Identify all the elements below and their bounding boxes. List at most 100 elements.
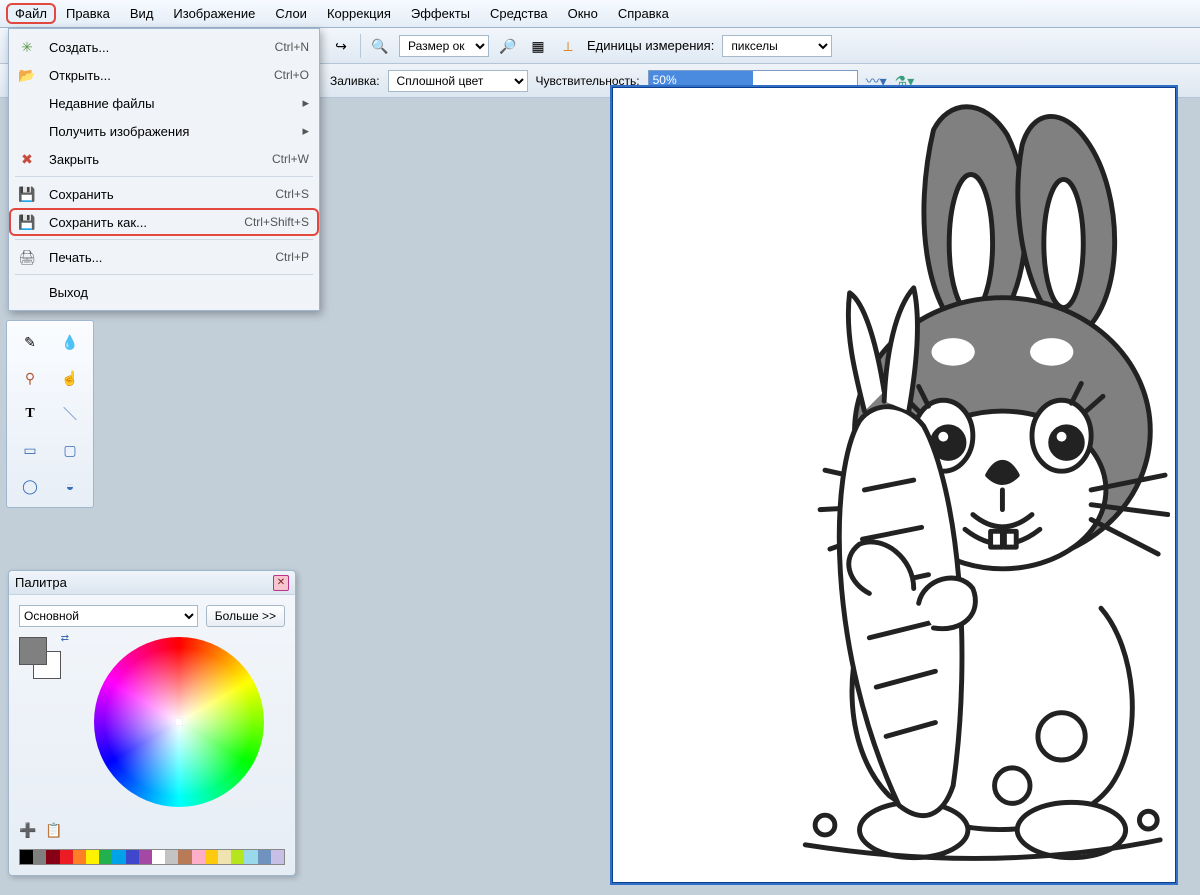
menu-window[interactable]: Окно: [558, 3, 608, 24]
text-icon: T: [25, 407, 34, 421]
color-swatch[interactable]: [205, 850, 218, 864]
clone-tool[interactable]: ⚲: [13, 363, 47, 393]
menu-item-recent[interactable]: Недавние файлы ▸: [9, 89, 319, 117]
menu-correction[interactable]: Коррекция: [317, 3, 401, 24]
close-icon[interactable]: ✕: [273, 575, 289, 591]
roundrect-icon: ▢: [63, 443, 76, 457]
color-swatch[interactable]: [231, 850, 244, 864]
menu-view[interactable]: Вид: [120, 3, 164, 24]
ruler-icon[interactable]: ⟂: [557, 35, 579, 57]
menu-item-save[interactable]: 💾 Сохранить Ctrl+S: [9, 180, 319, 208]
shape-icon: ◒: [66, 479, 74, 493]
file-dropdown-menu: ✳ Создать... Ctrl+N 📂 Открыть... Ctrl+O …: [8, 28, 320, 311]
separator: [360, 34, 361, 58]
pencil-icon: ✎: [24, 335, 36, 349]
palette-titlebar[interactable]: Палитра ✕: [9, 571, 295, 595]
smudge-tool[interactable]: ☝: [53, 363, 87, 393]
grid-icon[interactable]: ▦: [527, 35, 549, 57]
shape-tool[interactable]: ◒: [53, 471, 87, 501]
menu-separator: [15, 239, 313, 240]
line-icon: ＼: [63, 407, 77, 421]
color-swatch[interactable]: [139, 850, 152, 864]
save-icon: 💾: [17, 184, 37, 204]
units-label: Единицы измерения:: [587, 38, 714, 53]
text-tool[interactable]: T: [13, 399, 47, 429]
eyedropper-icon: 💧: [61, 335, 78, 349]
line-tool[interactable]: ＼: [53, 399, 87, 429]
color-swatch[interactable]: [46, 850, 59, 864]
color-swatch[interactable]: [60, 850, 73, 864]
open-icon: 📂: [17, 65, 37, 85]
menu-item-exit[interactable]: Выход: [9, 278, 319, 306]
menu-layers[interactable]: Слои: [265, 3, 317, 24]
color-swatch[interactable]: [244, 850, 257, 864]
menu-item-open[interactable]: 📂 Открыть... Ctrl+O: [9, 61, 319, 89]
color-swatch[interactable]: [126, 850, 139, 864]
color-swatch[interactable]: [271, 850, 284, 864]
swap-colors-icon[interactable]: ⇄: [61, 633, 69, 644]
rect-tool[interactable]: ▭: [13, 435, 47, 465]
menu-item-new[interactable]: ✳ Создать... Ctrl+N: [9, 33, 319, 61]
color-wheel[interactable]: [94, 637, 264, 807]
add-swatch-icon[interactable]: ➕: [19, 823, 39, 843]
menu-item-close[interactable]: ✖ Закрыть Ctrl+W: [9, 145, 319, 173]
redo-icon[interactable]: ↪: [330, 35, 352, 57]
menu-help[interactable]: Справка: [608, 3, 679, 24]
color-swatch[interactable]: [33, 850, 46, 864]
color-swatch[interactable]: [20, 850, 33, 864]
swatch-row[interactable]: [19, 849, 285, 865]
color-swatch[interactable]: [192, 850, 205, 864]
menu-edit[interactable]: Правка: [56, 3, 120, 24]
close-file-icon: ✖: [17, 149, 37, 169]
palette-settings-icon[interactable]: 📋: [45, 823, 65, 843]
palette-panel: Палитра ✕ Основной Больше >> ⇄ ➕ 📋: [8, 570, 296, 876]
zoom-size-dropdown[interactable]: Размер ок: [399, 35, 489, 57]
ellipse-icon: ◯: [22, 479, 38, 493]
menu-bar: Файл Правка Вид Изображение Слои Коррекц…: [0, 0, 1200, 28]
zoom-out-icon[interactable]: 🔍: [369, 35, 391, 57]
color-swatch[interactable]: [152, 850, 165, 864]
color-swatch[interactable]: [218, 850, 231, 864]
menu-image[interactable]: Изображение: [163, 3, 265, 24]
menu-separator: [15, 274, 313, 275]
rect-icon: ▭: [23, 443, 36, 457]
menu-item-save-as[interactable]: 💾 Сохранить как... Ctrl+Shift+S: [9, 208, 319, 236]
fill-label: Заливка:: [330, 74, 380, 88]
color-wheel-marker[interactable]: [175, 718, 183, 726]
menu-separator: [15, 176, 313, 177]
menu-tools[interactable]: Средства: [480, 3, 558, 24]
fg-color-swatch[interactable]: [19, 637, 47, 665]
color-swatch[interactable]: [86, 850, 99, 864]
roundrect-tool[interactable]: ▢: [53, 435, 87, 465]
zoom-in-icon[interactable]: 🔎: [497, 35, 519, 57]
new-icon: ✳: [17, 37, 37, 57]
color-swatch[interactable]: [165, 850, 178, 864]
color-swatch[interactable]: [73, 850, 86, 864]
stamp-icon: ⚲: [25, 371, 35, 385]
menu-effects[interactable]: Эффекты: [401, 3, 480, 24]
submenu-arrow-icon: ▸: [299, 95, 309, 111]
color-swatch[interactable]: [178, 850, 191, 864]
eyedropper-tool[interactable]: 💧: [53, 327, 87, 357]
print-icon: 🖨: [17, 247, 37, 267]
submenu-arrow-icon: ▸: [299, 123, 309, 139]
pencil-tool[interactable]: ✎: [13, 327, 47, 357]
ellipse-tool[interactable]: ◯: [13, 471, 47, 501]
color-swatch[interactable]: [112, 850, 125, 864]
canvas-image: [618, 93, 1170, 877]
color-swatch[interactable]: [258, 850, 271, 864]
palette-title: Палитра: [15, 575, 67, 590]
units-dropdown[interactable]: пикселы: [722, 35, 832, 57]
menu-item-print[interactable]: 🖨 Печать... Ctrl+P: [9, 243, 319, 271]
fill-dropdown[interactable]: Сплошной цвет: [388, 70, 528, 92]
palette-preset-dropdown[interactable]: Основной: [19, 605, 198, 627]
tools-panel: ✎ 💧 ⚲ ☝ T ＼ ▭ ▢ ◯ ◒: [6, 320, 94, 508]
menu-item-acquire[interactable]: Получить изображения ▸: [9, 117, 319, 145]
color-swatch[interactable]: [99, 850, 112, 864]
finger-icon: ☝: [61, 371, 78, 385]
fg-bg-swatches[interactable]: ⇄: [19, 637, 65, 683]
canvas[interactable]: [610, 85, 1178, 885]
save-as-icon: 💾: [17, 212, 37, 232]
menu-file[interactable]: Файл: [6, 3, 56, 24]
palette-more-button[interactable]: Больше >>: [206, 605, 285, 627]
